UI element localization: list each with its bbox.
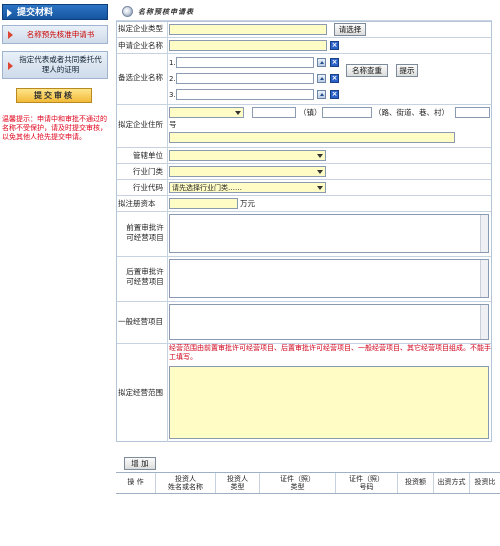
divider [117, 37, 491, 38]
capital-unit: 万元 [240, 199, 255, 208]
submit-review-button[interactable]: 提交审核 [16, 88, 92, 103]
form-title: 名称预核申请表 [138, 8, 194, 16]
general-items-label: 一般经营项目 [118, 317, 163, 326]
capital-input[interactable] [169, 198, 238, 209]
address-district-select[interactable] [169, 107, 244, 118]
company-type-field[interactable] [169, 24, 327, 35]
chevron-down-icon [317, 186, 323, 190]
clear-icon[interactable]: × [330, 90, 339, 99]
column-header: 投资人 类型 [216, 473, 260, 493]
divider [117, 163, 491, 164]
alt-name-num: 3. [169, 91, 176, 99]
address-label: 拟定企业住所 [118, 120, 163, 129]
left-panel-title: 提交材料 [17, 8, 54, 18]
alt-names-label: 备选企业名称 [118, 73, 163, 82]
column-header: 投资比 [474, 478, 496, 486]
capital-label: 拟注册资本 [118, 199, 156, 208]
left-panel: 提交材料 名称预先核准申请书 指定代表或者共同委托代理人的证明 提交审核 温馨提… [0, 0, 110, 546]
alt-name-1-input[interactable] [176, 57, 314, 68]
general-items-textarea[interactable] [169, 304, 489, 340]
column-header: 投资额 [398, 473, 434, 493]
alt-name-num: 1. [169, 59, 176, 67]
address-number-suffix: 号 [169, 120, 177, 129]
investor-section: 增 加 操 作 投资人 姓名或名称 投资人 类型 证件（照） 类型 证件（照） … [116, 455, 500, 495]
business-scope-label: 拟定经营范围 [118, 388, 163, 397]
divider [117, 53, 491, 54]
divider [167, 22, 168, 442]
applicant-name-label: 申请企业名称 [118, 41, 163, 50]
investor-table-header: 操 作 投资人 姓名或名称 投资人 类型 证件（照） 类型 证件（照） 号码 投… [116, 472, 500, 494]
chevron-down-icon [235, 111, 241, 115]
select-company-type-button[interactable]: 请选择 [334, 23, 366, 36]
move-up-icon[interactable] [317, 74, 326, 83]
company-type-label: 拟定企业类型 [118, 24, 163, 33]
pre-permit-label: 前置审批许可经营项目 [126, 223, 164, 242]
name-check-button[interactable]: 名称查重 [346, 64, 388, 77]
clear-icon[interactable]: × [330, 41, 339, 50]
address-town-suffix: （镇） [299, 108, 322, 117]
clear-icon[interactable]: × [330, 58, 339, 67]
address-town-input[interactable] [252, 107, 296, 118]
triangle-icon [7, 9, 12, 17]
nav-item-label: 指定代表或者共同委托代理人的证明 [19, 55, 102, 74]
industry-category-select[interactable] [169, 166, 326, 177]
address-number-input[interactable] [455, 107, 490, 118]
divider [117, 179, 491, 180]
applicant-name-input[interactable] [169, 40, 327, 51]
hint-button[interactable]: 提示 [396, 64, 418, 77]
industry-code-select[interactable]: 请先选择行业门类…… [169, 182, 326, 193]
authority-select[interactable] [169, 150, 326, 161]
chevron-down-icon [317, 154, 323, 158]
address-road-suffix: （路、街道、巷、村） [374, 108, 449, 117]
arrow-bullet-icon [8, 31, 13, 39]
business-scope-note: 经营范围由前置审批许可经营项目、后置审批许可经营项目、一般经营项目、其它经营项目… [169, 344, 491, 361]
application-form: 拟定企业类型 请选择 申请企业名称 × 备选企业名称 1. × 2. × 3. … [116, 21, 492, 442]
divider [117, 195, 491, 196]
alt-name-2-input[interactable] [176, 73, 314, 84]
nav-item-application-form[interactable]: 名称预先核准申请书 [2, 25, 108, 44]
address-full-field[interactable] [169, 132, 455, 143]
sphere-icon [122, 6, 133, 17]
nav-item-label: 名称预先核准申请书 [26, 30, 95, 39]
alt-name-3-input[interactable] [176, 89, 314, 100]
warm-tip: 温馨提示：申请中和审批不通过的名称不受保护，请及时提交审核，以免其他人抢先提交申… [2, 115, 107, 141]
post-permit-textarea[interactable] [169, 259, 489, 298]
move-up-icon[interactable] [317, 90, 326, 99]
chevron-down-icon [317, 170, 323, 174]
arrow-bullet-icon [8, 62, 13, 70]
divider [117, 147, 491, 148]
add-investor-button[interactable]: 增 加 [124, 457, 156, 470]
industry-code-label: 行业代码 [133, 183, 163, 192]
industry-code-value: 请先选择行业门类…… [172, 184, 242, 192]
column-header: 投资人 姓名或名称 [156, 473, 216, 493]
clear-icon[interactable]: × [330, 74, 339, 83]
column-header: 操 作 [116, 473, 156, 493]
divider [117, 211, 491, 212]
pre-permit-textarea[interactable] [169, 214, 489, 253]
business-scope-field[interactable] [169, 366, 489, 439]
divider [117, 104, 491, 105]
divider [117, 301, 491, 302]
nav-item-agent-proof[interactable]: 指定代表或者共同委托代理人的证明 [2, 51, 108, 79]
industry-category-label: 行业门类 [133, 167, 163, 176]
authority-label: 管辖单位 [133, 151, 163, 160]
address-road-input[interactable] [322, 107, 372, 118]
alt-name-num: 2. [169, 75, 176, 83]
column-header: 证件（照） 号码 [336, 473, 398, 493]
scrollbar[interactable] [480, 260, 488, 297]
column-header: 证件（照） 类型 [260, 473, 336, 493]
left-panel-header: 提交材料 [2, 4, 108, 20]
scrollbar[interactable] [480, 305, 488, 339]
column-header: 出资方式 [434, 473, 470, 493]
form-title-bar: 名称预核申请表 [120, 5, 270, 19]
scrollbar[interactable] [480, 215, 488, 252]
move-up-icon[interactable] [317, 58, 326, 67]
divider [117, 256, 491, 257]
post-permit-label: 后置审批许可经营项目 [126, 267, 164, 286]
